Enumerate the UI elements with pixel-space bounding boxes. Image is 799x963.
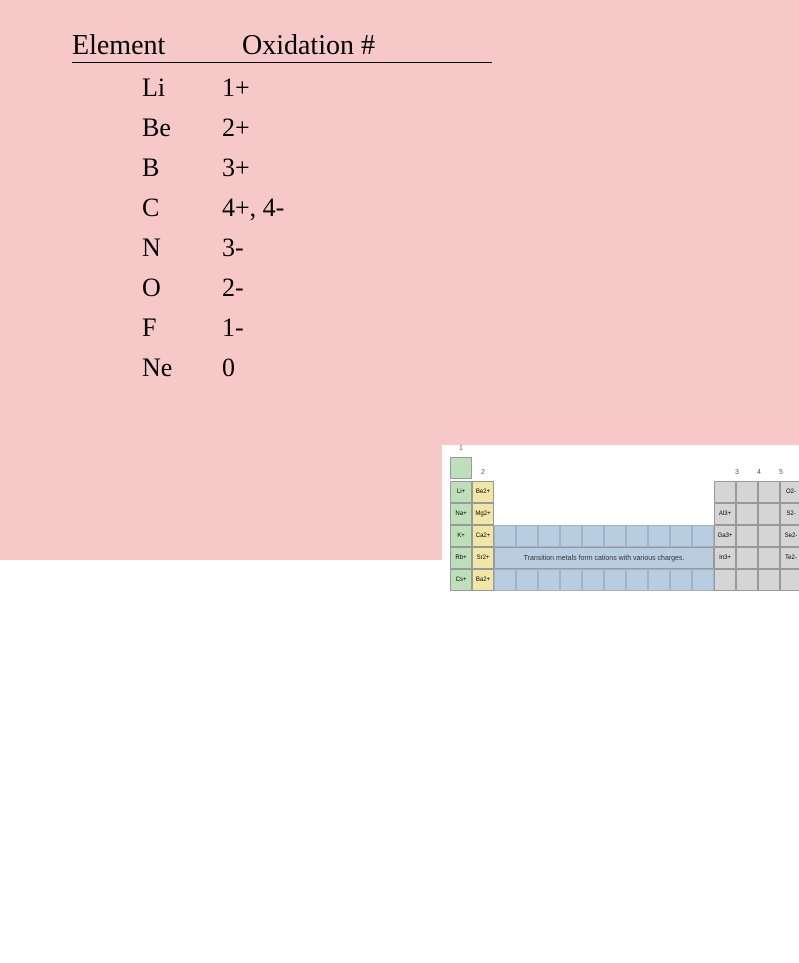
header-oxidation: Oxidation # [242,30,422,62]
element-cell: N [72,233,192,263]
oxidation-cell: 3- [192,233,342,263]
pt-cell-sn [736,547,758,569]
element-cell: Ne [72,353,192,383]
pt-cell-p [758,503,780,525]
pt-cell-ba: Ba2+ [472,569,494,591]
table-row: F 1- [72,313,492,343]
pt-transition-cell [560,525,582,547]
pt-col-header: 2 [472,469,494,476]
element-cell: C [72,193,192,223]
pt-transition-cell [582,569,604,591]
pt-cell-ca: Ca2+ [472,525,494,547]
pt-cell-b [714,481,736,503]
element-cell: O [72,273,192,303]
pt-transition-cell [538,569,560,591]
pt-cell-li: Li+ [450,481,472,503]
pt-transition-cell [692,525,714,547]
pt-cell-po [780,569,799,591]
element-cell: B [72,153,192,183]
oxidation-cell: 2- [192,273,342,303]
pt-transition-cell [538,525,560,547]
pt-col-header: 1 [450,445,472,452]
table-row: Ne 0 [72,353,492,383]
pt-cell-rb: Rb+ [450,547,472,569]
pt-cell-n [758,481,780,503]
oxidation-cell: 4+, 4- [192,193,342,223]
pt-transition-cell [626,569,648,591]
pt-col-header: 4 [748,469,770,476]
pt-transition-cell [692,569,714,591]
pt-col-header: 5 [770,469,792,476]
pt-transition-cell [494,569,516,591]
pt-cell-al: Al3+ [714,503,736,525]
oxidation-table: Element Oxidation # Li 1+ Be 2+ B 3+ C 4… [72,30,492,383]
pt-transition-cell [670,569,692,591]
pt-cell-h [450,457,472,479]
pt-cell-bi [758,569,780,591]
table-row: Be 2+ [72,113,492,143]
pt-cell-s: S2- [780,503,799,525]
pt-cell-mg: Mg2+ [472,503,494,525]
pt-col-header: 3 [726,469,748,476]
oxidation-cell: 1+ [192,73,342,103]
pt-cell-sr: Sr2+ [472,547,494,569]
pt-transition-cell [604,569,626,591]
oxidation-cell: 0 [192,353,342,383]
pt-transition-cell [494,525,516,547]
pt-cell-ge [736,525,758,547]
table-row: Li 1+ [72,73,492,103]
pt-cell-si [736,503,758,525]
pt-transition-cell [516,525,538,547]
pt-cell-c [736,481,758,503]
pt-cell-be: Be2+ [472,481,494,503]
table-row: N 3- [72,233,492,263]
pt-transition-cell [516,569,538,591]
pt-cell-sb [758,547,780,569]
table-row: O 2- [72,273,492,303]
pt-transition-cell [648,569,670,591]
element-cell: Li [72,73,192,103]
pt-cell-se: Se2- [780,525,799,547]
pt-cell-cs: Cs+ [450,569,472,591]
pt-cell-tl [714,569,736,591]
header-element: Element [72,30,232,62]
oxidation-cell: 2+ [192,113,342,143]
table-row: C 4+, 4- [72,193,492,223]
pt-cell-as [758,525,780,547]
pt-cell-pb [736,569,758,591]
pt-col-header: 6 [792,469,799,476]
oxidation-cell: 3+ [192,153,342,183]
table-row: B 3+ [72,153,492,183]
pt-cell-ga: Ga3+ [714,525,736,547]
pt-transition-cell [626,525,648,547]
periodic-table-thumbnail: 1 2 3 4 5 6 7 Li+ Na+ K+ Rb+ Cs+ Be2+ Mg… [442,445,799,625]
element-cell: Be [72,113,192,143]
pt-cell-in: In3+ [714,547,736,569]
pt-cell-o: O2- [780,481,799,503]
pt-transition-label: Transition metals form cations with vari… [494,547,714,569]
pt-transition-cell [560,569,582,591]
pt-transition-cell [648,525,670,547]
pt-transition-cell [582,525,604,547]
pt-transition-cell [670,525,692,547]
element-cell: F [72,313,192,343]
pt-cell-na: Na+ [450,503,472,525]
pt-cell-k: K+ [450,525,472,547]
pt-cell-te: Te2- [780,547,799,569]
oxidation-cell: 1- [192,313,342,343]
pt-transition-cell [604,525,626,547]
table-header-row: Element Oxidation # [72,30,492,63]
